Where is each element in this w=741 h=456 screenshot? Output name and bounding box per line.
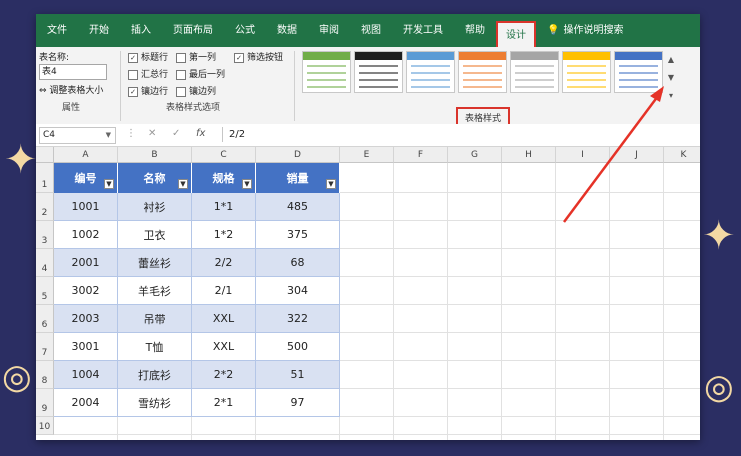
sparkle-decoration: ✦ (4, 137, 38, 183)
swirl-decoration: ◎ (704, 367, 734, 407)
sparkle-decoration: ✦ (702, 213, 736, 259)
red-arrow-annotation (562, 86, 664, 223)
excel-window: 文件 开始 插入 页面布局 公式 数据 审阅 视图 开发工具 帮助 设计 💡 操作说明搜索 表名称: 表… (36, 14, 700, 440)
swirl-decoration: ◎ (2, 357, 32, 397)
